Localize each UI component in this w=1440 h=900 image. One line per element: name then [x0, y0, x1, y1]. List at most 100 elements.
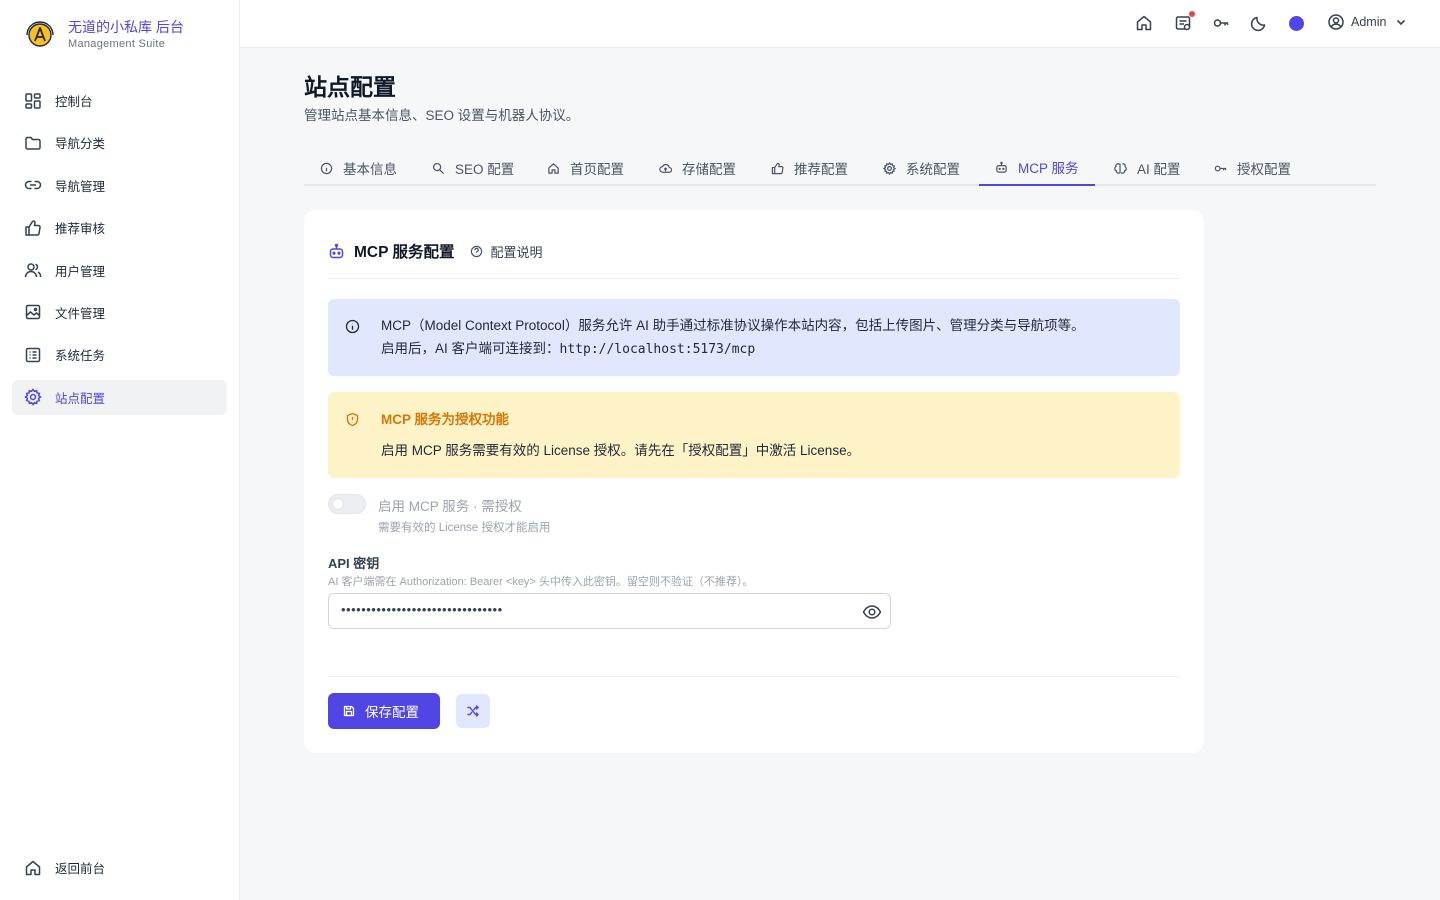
config-help-button[interactable]: 配置说明	[470, 242, 543, 261]
back-to-frontend-label: 返回前台	[55, 862, 106, 876]
settings-tabs: 基本信息 SEO 配置 首页配置 存储配置 推荐配置 系统配置 MCP 服务 A…	[304, 150, 1376, 186]
gear-icon	[883, 161, 896, 175]
shuffle-icon	[467, 705, 479, 717]
tab-basic-info[interactable]: 基本信息	[304, 150, 413, 186]
home-icon	[25, 860, 41, 875]
tab-homepage[interactable]: 首页配置	[531, 150, 640, 186]
tab-system[interactable]: 系统配置	[867, 150, 976, 186]
mcp-info-alert: MCP（Model Context Protocol）服务允许 AI 助手通过标…	[328, 299, 1180, 376]
page-subtitle: 管理站点基本信息、SEO 设置与机器人协议。	[304, 108, 580, 123]
users-icon	[24, 263, 42, 278]
sidebar: 无道的小私库 后台 Management Suite 控制台 导航分类 导航管理	[0, 0, 240, 900]
key-icon[interactable]	[1212, 14, 1230, 32]
tab-storage[interactable]: 存储配置	[643, 150, 752, 186]
tab-label: 存储配置	[682, 162, 736, 177]
divider	[328, 676, 1180, 677]
thumbs-up-icon	[771, 162, 784, 174]
brand[interactable]: 无道的小私库 后台 Management Suite	[24, 18, 184, 52]
generate-key-button[interactable]	[456, 694, 490, 728]
tab-label: 推荐配置	[794, 162, 848, 177]
save-button-label: 保存配置	[365, 705, 419, 720]
sidebar-item-label: 系统任务	[55, 349, 106, 364]
tab-mcp[interactable]: MCP 服务	[979, 150, 1095, 186]
sidebar-item-label: 推荐审核	[55, 222, 106, 237]
tab-license[interactable]: 授权配置	[1198, 150, 1307, 186]
robot-icon	[329, 243, 344, 258]
notification-dot	[1189, 11, 1195, 17]
dashboard-icon	[25, 92, 41, 109]
warning-body: 启用 MCP 服务需要有效的 License 授权。请先在「授权配置」中激活 L…	[381, 443, 861, 458]
sidebar-item-label: 导航分类	[55, 137, 106, 152]
image-icon	[25, 305, 41, 320]
sidebar-item-files[interactable]: 文件管理	[12, 295, 227, 330]
home-icon[interactable]	[1135, 14, 1153, 32]
help-label: 配置说明	[490, 244, 543, 260]
tab-ai[interactable]: AI 配置	[1098, 150, 1197, 186]
chevron-down-icon	[1397, 19, 1406, 26]
tab-label: SEO 配置	[455, 162, 515, 177]
tab-recommend[interactable]: 推荐配置	[755, 150, 864, 186]
back-to-frontend-link[interactable]: 返回前台	[12, 850, 227, 885]
tab-label: 授权配置	[1237, 162, 1291, 177]
warning-title: MCP 服务为授权功能	[381, 412, 510, 427]
sidebar-item-label: 文件管理	[55, 306, 106, 321]
brain-icon	[1114, 162, 1127, 174]
moon-icon[interactable]	[1250, 14, 1268, 32]
sidebar-item-nav-links[interactable]: 导航管理	[12, 168, 227, 203]
tab-label: 系统配置	[906, 162, 960, 177]
sidebar-item-site-settings[interactable]: 站点配置	[12, 379, 227, 415]
list-icon	[25, 347, 41, 363]
link-icon	[24, 181, 42, 190]
user-menu[interactable]: Admin	[1327, 13, 1407, 31]
notification-button[interactable]	[1174, 11, 1195, 32]
api-key-value: ••••••••••••••••••••••••••••••••	[341, 602, 503, 617]
brand-title: 无道的小私库 后台	[68, 19, 184, 35]
cloud-icon	[659, 163, 672, 173]
tab-label: 首页配置	[570, 162, 624, 177]
theme-color-dot[interactable]	[1289, 16, 1304, 31]
sidebar-nav: 控制台 导航分类 导航管理 推荐审核 用户管理 文件管理 系统任务 站点配置	[12, 83, 227, 422]
notification-icon	[1175, 16, 1191, 31]
license-warning-alert: MCP 服务为授权功能 启用 MCP 服务需要有效的 License 授权。请先…	[328, 392, 1180, 478]
sidebar-item-tasks[interactable]: 系统任务	[12, 337, 227, 372]
divider	[328, 278, 1180, 279]
api-key-hint: AI 客户端需在 Authorization: Bearer <key> 头中传…	[328, 576, 754, 588]
page-title: 站点配置	[304, 74, 396, 100]
eye-icon[interactable]	[862, 602, 882, 622]
top-header: Admin	[240, 0, 1440, 48]
sidebar-item-categories[interactable]: 导航分类	[12, 125, 227, 160]
robot-icon	[996, 161, 1007, 173]
shield-icon	[346, 412, 359, 427]
tab-label: MCP 服务	[1018, 161, 1079, 176]
toggle-knob	[332, 498, 344, 510]
save-button[interactable]: 保存配置	[328, 693, 440, 729]
info-text-line1: MCP（Model Context Protocol）服务允许 AI 助手通过标…	[381, 318, 1085, 333]
info-prefix: 启用后，AI 客户端可连接到：	[381, 341, 560, 356]
sidebar-item-dashboard[interactable]: 控制台	[12, 83, 227, 118]
user-circle-icon	[1328, 14, 1344, 30]
gear-icon	[24, 388, 42, 406]
key-icon	[1214, 165, 1227, 171]
sidebar-item-recommend-review[interactable]: 推荐审核	[12, 210, 227, 245]
info-icon	[345, 319, 360, 334]
sidebar-item-label: 用户管理	[55, 264, 106, 279]
card-title: MCP 服务配置	[354, 244, 455, 261]
toggle-label: 启用 MCP 服务 · 需授权	[378, 499, 522, 514]
tab-seo[interactable]: SEO 配置	[416, 150, 530, 186]
info-icon	[320, 162, 333, 174]
search-icon	[432, 162, 445, 174]
api-key-input[interactable]: ••••••••••••••••••••••••••••••••	[328, 593, 891, 629]
user-name: Admin	[1351, 15, 1387, 29]
sidebar-bottom: 返回前台	[12, 850, 227, 892]
folder-icon	[25, 136, 41, 150]
sidebar-item-label: 导航管理	[55, 179, 106, 194]
api-key-label: API 密钥	[328, 556, 380, 571]
mcp-config-card: MCP 服务配置 配置说明 MCP（Model Context Protocol…	[304, 210, 1204, 753]
sidebar-item-label: 站点配置	[55, 391, 106, 406]
enable-mcp-toggle[interactable]	[328, 494, 366, 514]
card-header: MCP 服务配置 配置说明	[328, 240, 543, 262]
thumbs-up-icon	[25, 220, 41, 236]
logo-icon	[26, 21, 54, 47]
sidebar-item-users[interactable]: 用户管理	[12, 253, 227, 288]
home-icon	[548, 162, 559, 174]
